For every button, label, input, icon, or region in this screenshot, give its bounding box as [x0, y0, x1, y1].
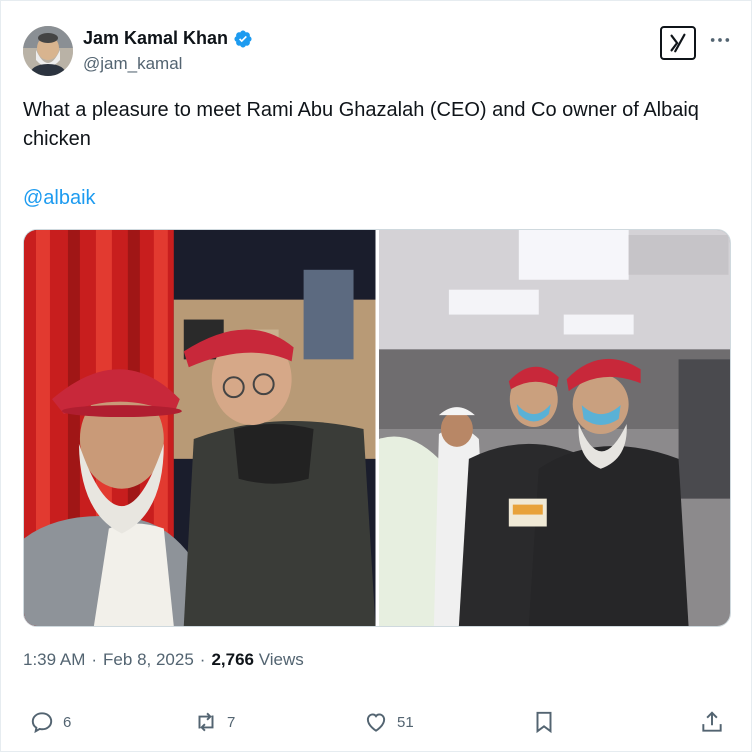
heart-icon — [366, 713, 386, 732]
meta-separator: · — [199, 650, 206, 669]
tweet-date[interactable]: Feb 8, 2025 — [103, 650, 194, 670]
photo-left[interactable] — [24, 230, 376, 626]
verified-badge-icon — [233, 29, 253, 49]
media-gallery — [23, 229, 731, 627]
author-name-row: Jam Kamal Khan — [83, 28, 253, 49]
action-bar: 6 7 51 — [23, 704, 729, 740]
tweet-card: Jam Kamal Khan @jam_kamal What a pleasur… — [0, 0, 752, 752]
reply-count: 6 — [63, 713, 72, 731]
bookmark-button[interactable] — [531, 704, 557, 740]
views-label: Views — [258, 650, 304, 669]
mention-link[interactable]: @albaik — [23, 187, 96, 210]
reply-icon — [31, 712, 53, 734]
avatar-image — [23, 26, 73, 76]
like-count: 51 — [397, 713, 414, 731]
share-button[interactable] — [699, 704, 725, 740]
author-avatar[interactable] — [23, 26, 73, 76]
bookmark-icon — [536, 711, 552, 734]
reply-button[interactable]: 6 — [29, 704, 71, 740]
tweet-text: What a pleasure to meet Rami Abu Ghazala… — [23, 99, 699, 150]
author-display-name[interactable]: Jam Kamal Khan — [83, 28, 228, 49]
tweet-time[interactable]: 1:39 AM — [23, 650, 85, 670]
repost-button[interactable]: 7 — [193, 704, 235, 740]
tweet-meta: 1:39 AM · Feb 8, 2025 · 2,766 Views — [23, 650, 304, 670]
more-horizontal-icon[interactable] — [709, 29, 731, 55]
author-handle[interactable]: @jam_kamal — [83, 54, 182, 74]
meta-separator: · — [91, 650, 98, 669]
share-icon — [702, 711, 722, 732]
photo-left-image — [24, 230, 376, 626]
xai-grok-icon[interactable] — [660, 26, 696, 60]
repost-icon — [198, 712, 214, 732]
photo-right[interactable] — [378, 230, 730, 626]
repost-count: 7 — [227, 713, 236, 731]
photo-right-image — [378, 230, 730, 626]
views-count: 2,766 — [211, 650, 255, 669]
like-button[interactable]: 51 — [363, 704, 414, 740]
